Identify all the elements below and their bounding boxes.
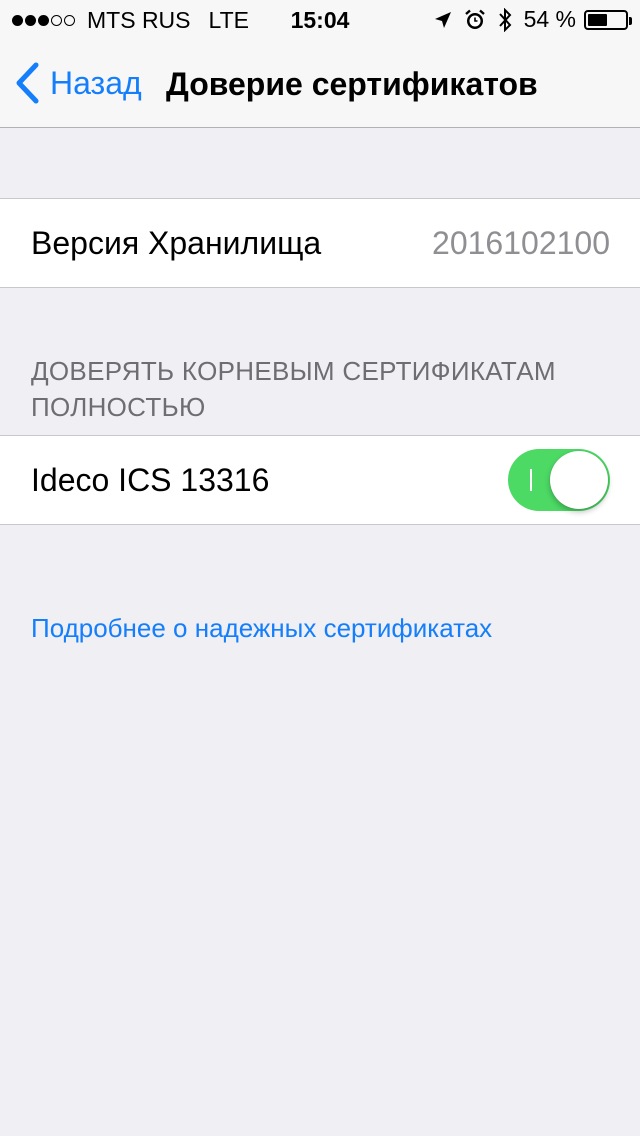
battery-icon xyxy=(584,9,632,30)
store-version-value: 2016102100 xyxy=(432,224,610,261)
chevron-left-icon xyxy=(16,62,39,104)
toggle-on-indicator xyxy=(530,469,532,491)
learn-more-link[interactable]: Подробнее о надежных сертификатах xyxy=(31,613,492,644)
battery-percent: 54 % xyxy=(523,6,576,32)
navigation-bar: Назад Доверие сертификатов xyxy=(0,40,640,128)
bluetooth-icon xyxy=(498,7,512,32)
certificate-trust-toggle[interactable] xyxy=(508,449,610,511)
trust-certificates-group: Ideco ICS 13316 xyxy=(0,435,640,525)
certificate-row: Ideco ICS 13316 xyxy=(0,436,640,524)
status-bar: MTS RUS LTE 15:04 54 % xyxy=(0,0,640,40)
toggle-knob xyxy=(550,451,608,509)
trust-section-header: ДОВЕРЯТЬ КОРНЕВЫМ СЕРТИФИКАТАМ ПОЛНОСТЬЮ xyxy=(31,356,556,422)
page-title: Доверие сертификатов xyxy=(166,66,538,102)
store-version-group: Версия Хранилища 2016102100 xyxy=(0,198,640,288)
back-button-label: Назад xyxy=(50,64,142,101)
alarm-clock-icon xyxy=(464,9,486,31)
status-right: 54 % xyxy=(422,6,632,33)
location-arrow-icon xyxy=(434,11,452,29)
store-version-row: Версия Хранилища 2016102100 xyxy=(0,199,640,287)
back-button[interactable]: Назад xyxy=(14,62,142,104)
certificate-name: Ideco ICS 13316 xyxy=(31,461,270,498)
battery-level-fill xyxy=(588,13,608,26)
store-version-label: Версия Хранилища xyxy=(31,224,322,261)
